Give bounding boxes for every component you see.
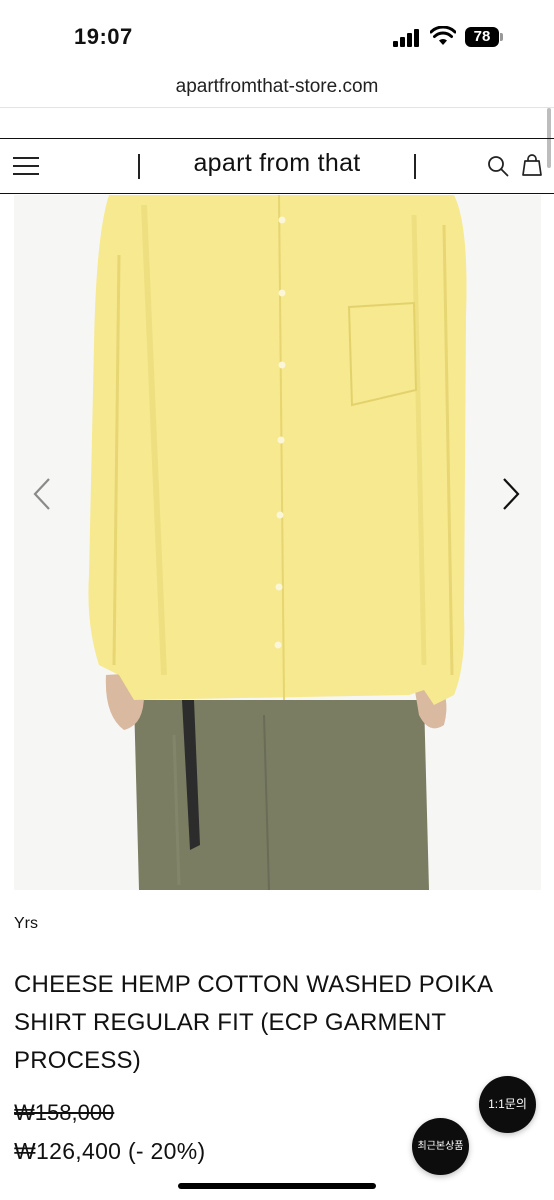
battery-icon: 78 <box>465 27 503 47</box>
search-icon[interactable] <box>487 155 509 177</box>
product-brand[interactable]: Yrs <box>14 915 38 933</box>
inquiry-button[interactable]: 1:1문의 <box>479 1076 536 1133</box>
chevron-right-icon[interactable] <box>499 477 523 511</box>
menu-icon[interactable] <box>13 157 39 175</box>
url-bar[interactable]: apartfromthat-store.com <box>0 70 554 108</box>
status-time: 19:07 <box>74 24 133 49</box>
product-title: CHEESE HEMP COTTON WASHED POIKA SHIRT RE… <box>14 971 492 1074</box>
battery-level: 78 <box>465 27 499 47</box>
divider <box>414 154 416 179</box>
chevron-left-icon[interactable] <box>30 477 54 511</box>
status-bar: 19:07 78 <box>0 0 554 70</box>
product-photo <box>14 195 541 890</box>
home-indicator[interactable] <box>178 1183 376 1189</box>
cart-icon[interactable] <box>520 153 544 177</box>
original-price: ₩158,000 <box>14 1100 115 1125</box>
sale-price: ₩126,400 (- 20%) <box>14 1138 206 1164</box>
wifi-icon <box>430 26 456 45</box>
site-header: apart from that <box>0 138 554 194</box>
cellular-signal-icon <box>393 29 423 47</box>
product-image[interactable] <box>14 195 541 890</box>
site-logo[interactable]: apart from that <box>140 149 414 178</box>
recent-products-button[interactable]: 최근본상품 <box>412 1118 469 1175</box>
divider <box>0 107 554 108</box>
